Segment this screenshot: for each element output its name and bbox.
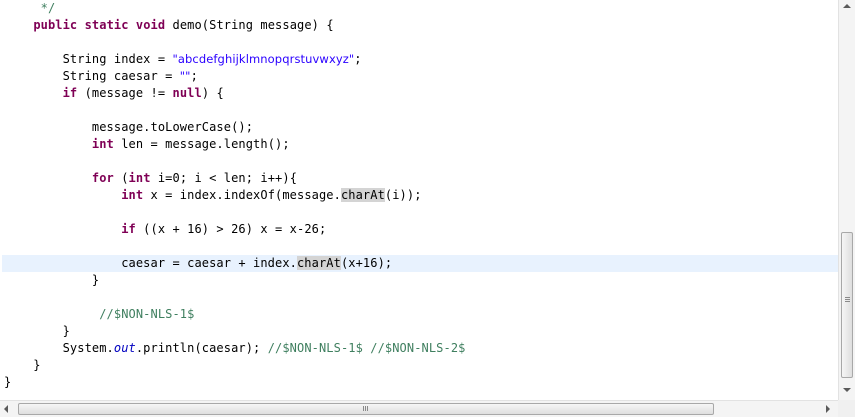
code-editor[interactable]: */ public static void demo(String messag… [0,0,838,400]
vertical-scroll-thumb[interactable] [841,232,853,378]
scrollbar-corner [838,400,855,417]
code-token: } [4,324,70,338]
code-line: String caesar = ""; [4,68,198,85]
code-line: String index = "abcdefghijklmnopqrstuvwx… [4,51,362,68]
code-token: (x+16); [340,256,393,270]
code-line: //$NON-NLS-1$ [4,306,194,323]
keyword-token: if [62,86,78,100]
scroll-right-arrow-icon[interactable] [826,405,830,413]
string-token: "abcdefghijklmnopqrstuvwxyz" [172,52,355,66]
code-line: } [4,374,11,391]
keyword-token: null [172,86,202,100]
string-token: "" [179,69,191,83]
keyword-token: int [91,137,114,151]
code-line: caesar = caesar + index.charAt(x+16); [4,255,392,272]
code-line: if (message != null) { [4,85,224,102]
comment-token: //$NON-NLS-1$ [99,307,195,321]
code-line: System.out.println(caesar); //$NON-NLS-1… [4,340,466,357]
code-token: } [4,273,100,287]
code-token: caesar = caesar + index. [4,256,297,270]
code-line: int x = index.indexOf(message.charAt(i))… [4,187,422,204]
vertical-scrollbar[interactable] [838,0,855,400]
keyword-token: public [33,18,78,32]
keyword-token: for [91,171,114,185]
code-token: String index = [4,52,173,66]
code-line: } [4,272,99,289]
code-token: ((x + 16) > 26) x = x-26; [135,222,327,236]
comment-token: //$NON-NLS-1$ //$NON-NLS-2$ [267,341,466,355]
code-token: message.toLowerCase(); [4,120,254,134]
code-line: */ [4,0,56,17]
code-line: } [4,357,41,374]
keyword-token: int [128,171,151,185]
code-token: (message != [77,86,173,100]
code-token: .println(caesar); [135,341,268,355]
scroll-up-arrow-icon[interactable] [843,4,851,8]
code-line: for (int i=0; i < len; i++){ [4,170,297,187]
code-token: ( [113,171,129,185]
code-line: message.toLowerCase(); [4,119,253,136]
code-token: ; [190,69,198,83]
code-line: } [4,323,70,340]
grip-icon [845,297,850,298]
code-token: x = index.indexOf(message. [143,188,341,202]
code-line: public static void demo(String message) … [4,17,334,34]
keyword-token: static [84,18,129,32]
horizontal-scroll-thumb[interactable] [18,403,714,415]
code-line: int len = message.length(); [4,136,290,153]
code-token: System. [4,341,114,355]
horizontal-scrollbar[interactable] [0,400,838,417]
scroll-left-arrow-icon[interactable] [4,405,8,413]
code-token: String caesar = [4,69,180,83]
comment-token: */ [4,1,56,15]
code-token: ) { [201,86,224,100]
keyword-token: if [121,222,136,236]
scroll-down-arrow-icon[interactable] [843,388,851,392]
code-token: } [4,358,41,372]
code-token: demo(String message) { [165,18,334,32]
code-token: ; [354,52,362,66]
field-token: out [113,341,136,355]
keyword-token: int [121,188,144,202]
code-token: (i)); [384,188,422,202]
code-token: } [4,375,12,389]
occurrence-token: char [296,256,327,270]
code-token: i=0; i < len; i++){ [150,171,298,185]
code-line: if ((x + 16) > 26) x = x-26; [4,221,326,238]
occurrence-token: At [326,256,341,270]
occurrence-token: charAt [340,188,385,202]
grip-icon [363,406,364,411]
code-token: len = message.length(); [113,137,290,151]
keyword-token: void [135,18,166,32]
